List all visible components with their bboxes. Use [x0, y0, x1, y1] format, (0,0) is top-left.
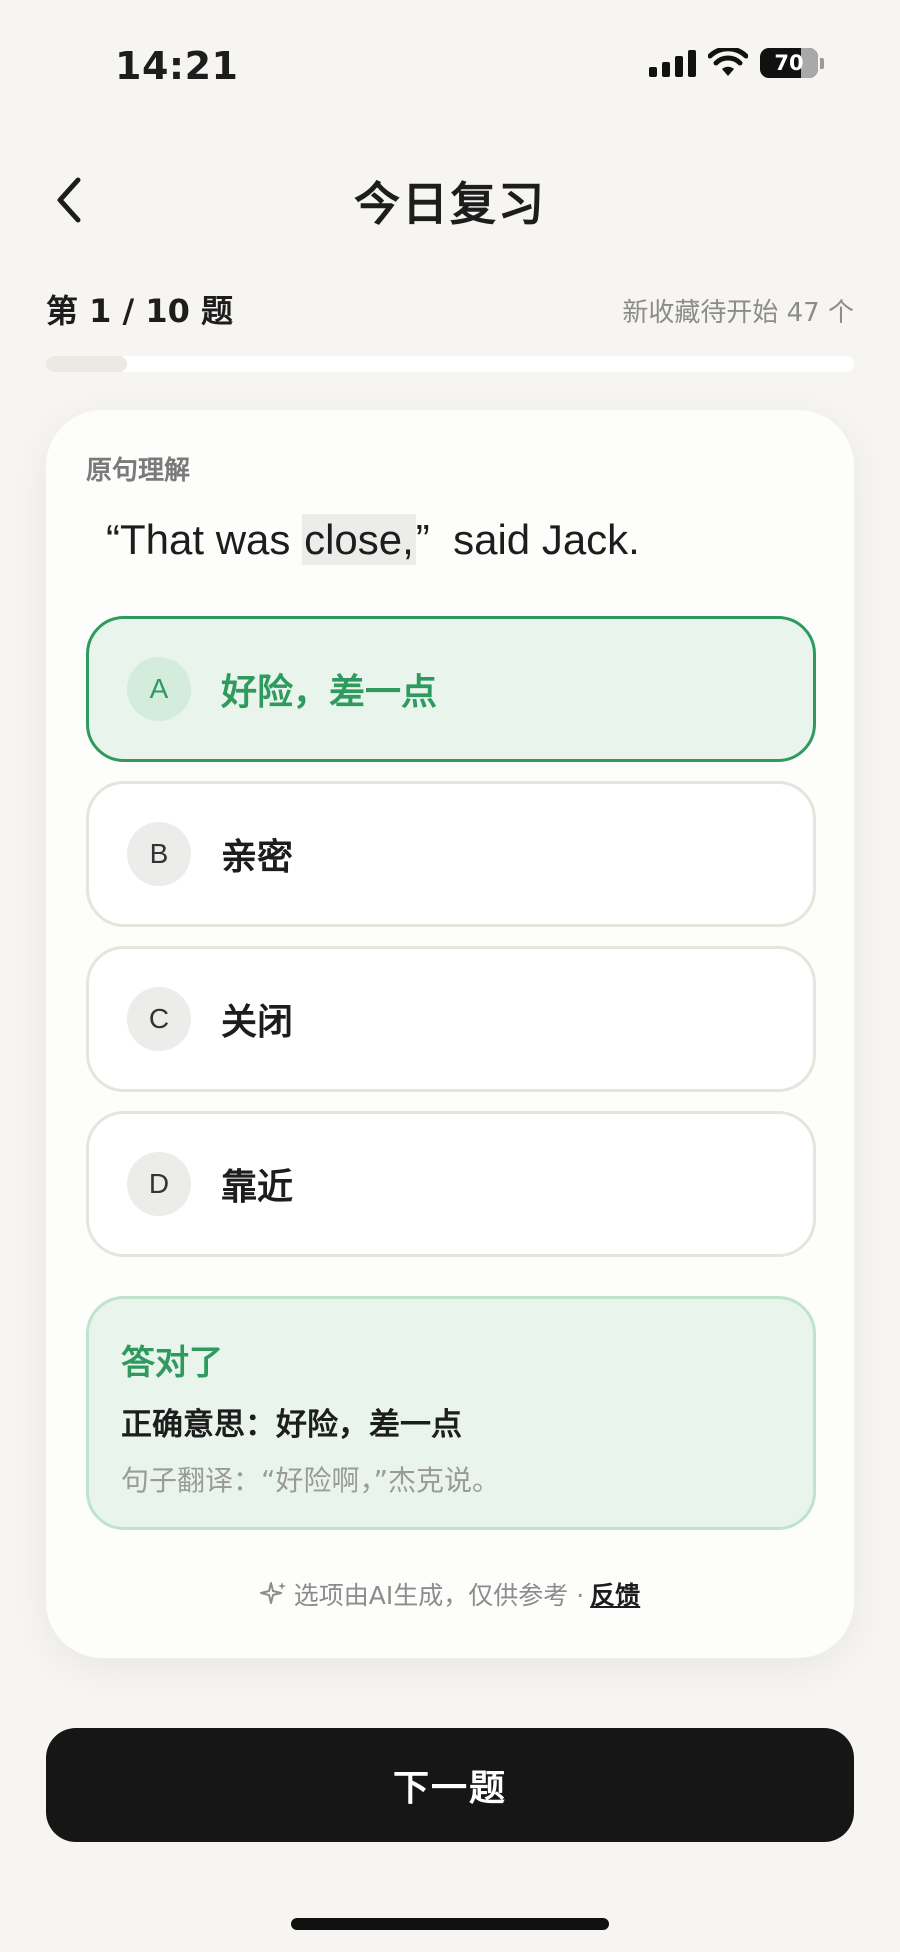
option-a[interactable]: A 好险，差一点 [86, 616, 816, 762]
option-text: 靠近 [221, 1167, 294, 1208]
ai-disclaimer-text: 选项由AI生成，仅供参考 · [293, 1581, 585, 1610]
correct-meaning: 正确意思：好险，差一点 [121, 1407, 462, 1443]
wifi-icon [708, 48, 748, 76]
progress-label: 第 1 / 10 题 [46, 292, 234, 330]
option-letter: C [127, 987, 191, 1051]
next-question-button[interactable]: 下一题 [46, 1728, 854, 1842]
battery-icon: 70 [760, 48, 818, 78]
battery-level: 70 [774, 51, 804, 75]
ai-disclaimer: 选项由AI生成，仅供参考 · 反馈 [46, 1576, 854, 1612]
page-title: 今日复习 [354, 177, 546, 231]
feedback-link[interactable]: 反馈 [590, 1576, 640, 1612]
pending-count: 新收藏待开始 47 个 [622, 298, 854, 328]
option-d[interactable]: D 靠近 [86, 1111, 816, 1257]
option-letter: B [127, 822, 191, 886]
home-indicator [291, 1918, 609, 1930]
question-card: 原句理解 “That was close,” said Jack. A 好险，差… [46, 410, 854, 1658]
section-label: 原句理解 [86, 456, 191, 486]
sentence-translation: 句子翻译：“好险啊，”杰克说。 [121, 1464, 501, 1497]
highlighted-word: close, [302, 514, 416, 565]
progress-fill [46, 356, 127, 372]
option-text: 亲密 [221, 837, 294, 878]
sentence-after: ” said Jack. [415, 516, 640, 563]
result-panel: 答对了 正确意思：好险，差一点 句子翻译：“好险啊，”杰克说。 [86, 1296, 816, 1530]
option-c[interactable]: C 关闭 [86, 946, 816, 1092]
signal-icon [649, 49, 696, 77]
status-icons: 70 [649, 48, 824, 78]
option-letter: D [127, 1152, 191, 1216]
status-time: 14:21 [115, 44, 239, 88]
review-screen: 14:21 70 今日复习 第 1 / 10 题 新收藏待开始 47 个 原句理… [0, 0, 900, 1952]
option-b[interactable]: B 亲密 [86, 781, 816, 927]
option-text: 好险，差一点 [221, 672, 438, 713]
sentence-before: “That was [106, 516, 303, 563]
option-text: 关闭 [221, 1002, 294, 1043]
progress-bar [46, 356, 854, 372]
result-title: 答对了 [121, 1343, 223, 1383]
source-sentence: “That was close,” said Jack. [106, 514, 640, 565]
sparkle-icon [259, 1582, 286, 1604]
option-letter: A [127, 657, 191, 721]
